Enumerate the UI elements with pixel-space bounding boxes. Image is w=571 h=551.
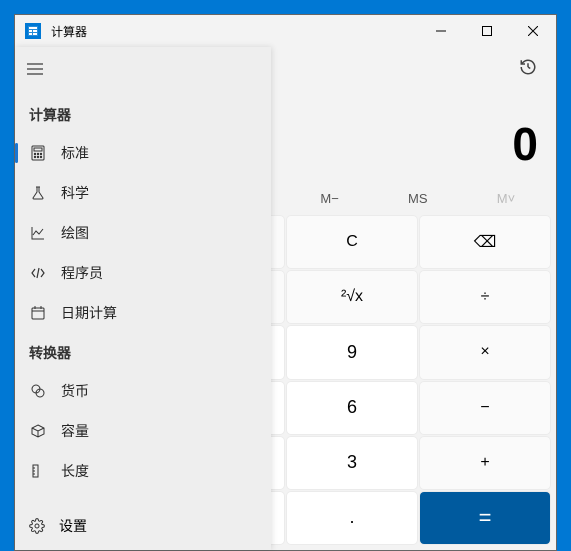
nav-sidebar: 计算器 标准 科学 绘图 xyxy=(15,47,271,550)
nav-volume[interactable]: 容量 xyxy=(15,411,271,451)
key-3[interactable]: 3 xyxy=(287,437,417,489)
key-add[interactable]: + xyxy=(420,437,550,489)
key-9[interactable]: 9 xyxy=(287,326,417,378)
cube-icon xyxy=(29,422,47,440)
nav-label: 绘图 xyxy=(61,223,89,243)
nav-label: 长度 xyxy=(61,461,89,481)
app-icon xyxy=(25,23,41,39)
nav-scientific[interactable]: 科学 xyxy=(15,173,271,213)
key-c[interactable]: C xyxy=(287,216,417,268)
nav-date[interactable]: 日期计算 xyxy=(15,293,271,333)
key-divide[interactable]: ÷ xyxy=(420,271,550,323)
window-title: 计算器 xyxy=(51,23,87,40)
close-button[interactable] xyxy=(510,15,556,47)
nav-label: 容量 xyxy=(61,421,89,441)
section-title-converter: 转换器 xyxy=(15,333,271,371)
code-icon xyxy=(29,264,47,282)
key-equals[interactable]: = xyxy=(420,492,550,544)
key-backspace[interactable]: ⌫ xyxy=(420,216,550,268)
key-sqrt[interactable]: ²√x xyxy=(287,271,417,323)
key-subtract[interactable]: − xyxy=(420,382,550,434)
memory-list[interactable]: M˅ xyxy=(462,185,550,212)
memory-subtract[interactable]: M− xyxy=(286,185,374,212)
nav-label: 程序员 xyxy=(61,263,103,283)
nav-label: 日期计算 xyxy=(61,303,117,323)
maximize-button[interactable] xyxy=(464,15,510,47)
calculator-icon xyxy=(29,144,47,162)
nav-label: 货币 xyxy=(61,381,89,401)
ruler-icon xyxy=(29,462,47,480)
calculator-window: 计算器 0 MC MR M+ xyxy=(14,14,557,551)
nav-graphing[interactable]: 绘图 xyxy=(15,213,271,253)
key-6[interactable]: 6 xyxy=(287,382,417,434)
nav-settings[interactable]: 设置 xyxy=(15,502,271,550)
nav-length[interactable]: 长度 xyxy=(15,451,271,491)
settings-label: 设置 xyxy=(59,516,87,536)
content-area: 0 MC MR M+ M− MS M˅ % CE C ⌫ ¹⁄ₓ x² ²√x … xyxy=(15,47,556,550)
calendar-icon xyxy=(29,304,47,322)
key-decimal[interactable]: . xyxy=(287,492,417,544)
key-multiply[interactable]: × xyxy=(420,326,550,378)
graph-icon xyxy=(29,224,47,242)
flask-icon xyxy=(29,184,47,202)
gear-icon xyxy=(29,518,45,534)
history-button[interactable] xyxy=(512,51,544,83)
nav-label: 标准 xyxy=(61,143,89,163)
hamburger-button[interactable] xyxy=(15,49,55,89)
nav-label: 科学 xyxy=(61,183,89,203)
section-title-calculator: 计算器 xyxy=(15,95,271,133)
nav-currency[interactable]: 货币 xyxy=(15,371,271,411)
nav-programmer[interactable]: 程序员 xyxy=(15,253,271,293)
memory-store[interactable]: MS xyxy=(374,185,462,212)
minimize-button[interactable] xyxy=(418,15,464,47)
currency-icon xyxy=(29,382,47,400)
nav-standard[interactable]: 标准 xyxy=(15,133,271,173)
titlebar: 计算器 xyxy=(15,15,556,47)
